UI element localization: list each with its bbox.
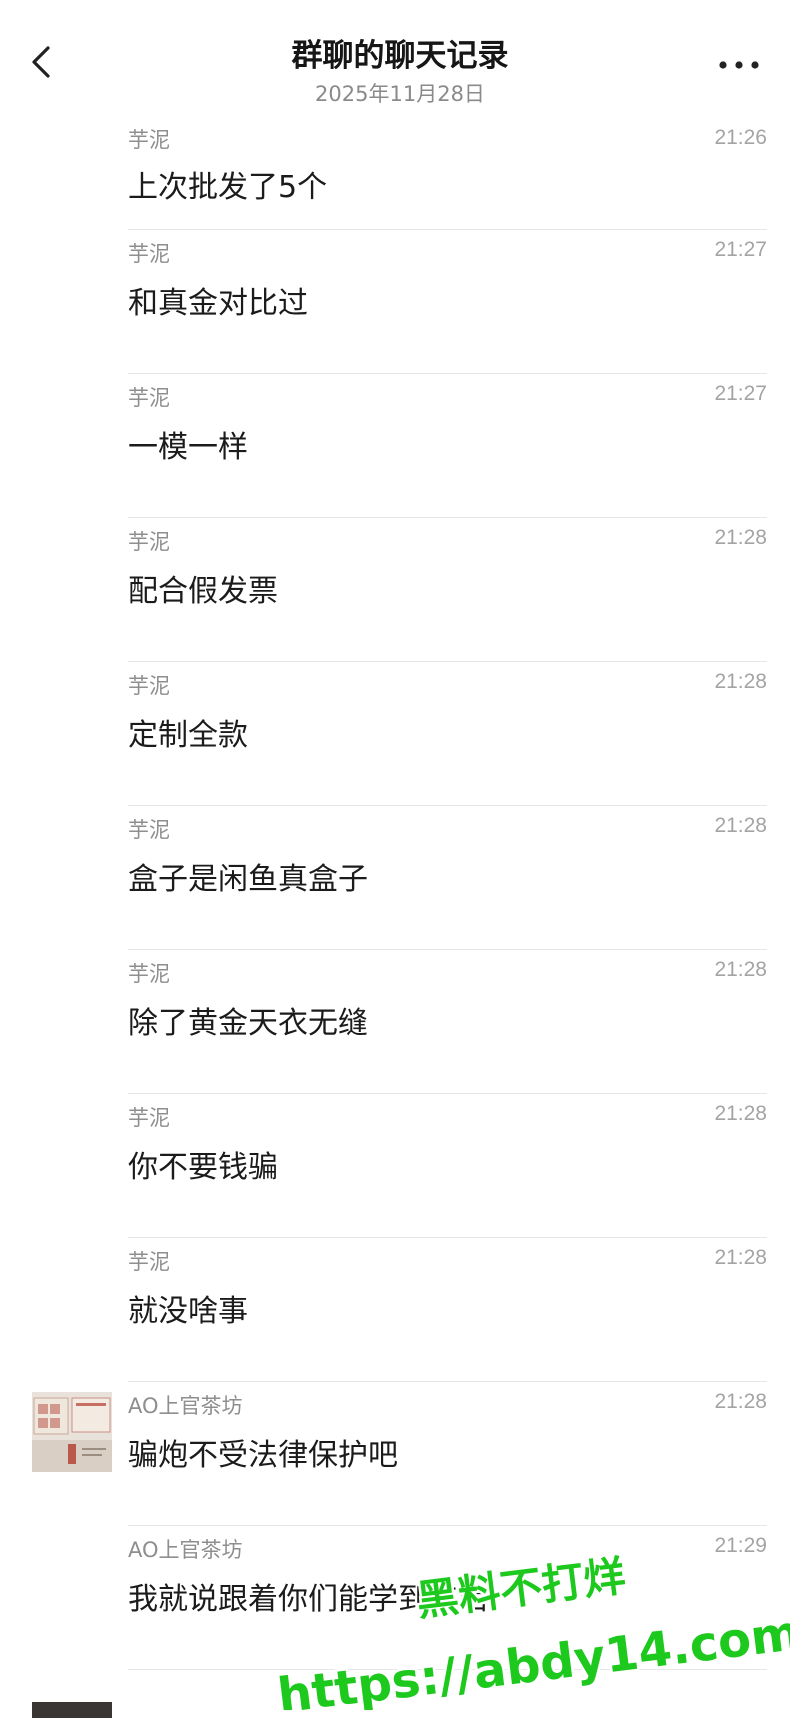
message-sender: AO上官茶坊 (128, 1538, 243, 1562)
message-sender: 芋泥 (128, 818, 170, 842)
header: 群聊的聊天记录 2025年11月28日 (0, 0, 800, 118)
message-item[interactable]: AO上官茶坊 21:28 骗炮不受法律保护吧 (0, 1382, 800, 1526)
more-button[interactable] (714, 50, 764, 80)
message-item[interactable]: 芋泥 21:27 和真金对比过 (0, 230, 800, 374)
message-item[interactable]: 芋泥 21:27 一模一样 (0, 374, 800, 518)
page-title: 群聊的聊天记录 (291, 38, 509, 74)
message-text: 上次批发了5个 (128, 170, 328, 205)
message-time: 21:28 (714, 526, 767, 549)
avatar[interactable] (32, 1392, 112, 1472)
message-text: 除了黄金天衣无缝 (128, 1006, 368, 1041)
message-item[interactable]: 芋泥 21:26 上次批发了5个 (0, 118, 800, 230)
message-item[interactable]: AO上官茶坊 21:29 我就说跟着你们能学到东西 (0, 1526, 800, 1670)
message-time: 21:28 (714, 1246, 767, 1269)
message-sender: 芋泥 (128, 1250, 170, 1274)
avatar[interactable] (32, 1702, 112, 1718)
message-item[interactable]: 芋泥 21:28 盒子是闲鱼真盒子 (0, 806, 800, 950)
message-sender: 芋泥 (128, 962, 170, 986)
message-sender: 芋泥 (128, 674, 170, 698)
message-text: 骗炮不受法律保护吧 (128, 1438, 398, 1473)
message-sender: 芋泥 (128, 242, 170, 266)
message-item[interactable]: 芋泥 21:28 你不要钱骗 (0, 1094, 800, 1238)
message-item[interactable]: 芋泥 21:28 除了黄金天衣无缝 (0, 950, 800, 1094)
message-text: 配合假发票 (128, 574, 278, 609)
message-sender: 芋泥 (128, 386, 170, 410)
message-time: 21:27 (714, 382, 767, 405)
message-item[interactable]: 芋泥 21:28 定制全款 (0, 662, 800, 806)
message-time: 21:28 (714, 1390, 767, 1413)
page-subtitle-date: 2025年11月28日 (315, 82, 485, 106)
message-list[interactable]: 芋泥 21:26 上次批发了5个 芋泥 21:27 和真金对比过 芋泥 21:2… (0, 118, 800, 1670)
message-item[interactable]: 芋泥 21:28 配合假发票 (0, 518, 800, 662)
avatar-image (32, 1392, 112, 1472)
message-time: 21:26 (714, 126, 767, 149)
message-time: 21:29 (714, 1534, 767, 1557)
message-sender: 芋泥 (128, 128, 170, 152)
message-time: 21:27 (714, 238, 767, 261)
message-time: 21:28 (714, 1102, 767, 1125)
message-text: 盒子是闲鱼真盒子 (128, 862, 368, 897)
message-time: 21:28 (714, 814, 767, 837)
message-time: 21:28 (714, 670, 767, 693)
more-horizontal-icon (719, 61, 759, 69)
message-sender: 芋泥 (128, 530, 170, 554)
message-text: 我就说跟着你们能学到东西 (128, 1582, 488, 1617)
message-sender: AO上官茶坊 (128, 1394, 243, 1418)
divider (128, 1669, 767, 1670)
message-text: 你不要钱骗 (128, 1150, 278, 1185)
message-text: 一模一样 (128, 430, 248, 465)
message-text: 定制全款 (128, 718, 248, 753)
message-text: 和真金对比过 (128, 286, 308, 321)
message-sender: 芋泥 (128, 1106, 170, 1130)
message-text: 就没啥事 (128, 1294, 248, 1329)
message-item[interactable]: 芋泥 21:28 就没啥事 (0, 1238, 800, 1382)
message-time: 21:28 (714, 958, 767, 981)
